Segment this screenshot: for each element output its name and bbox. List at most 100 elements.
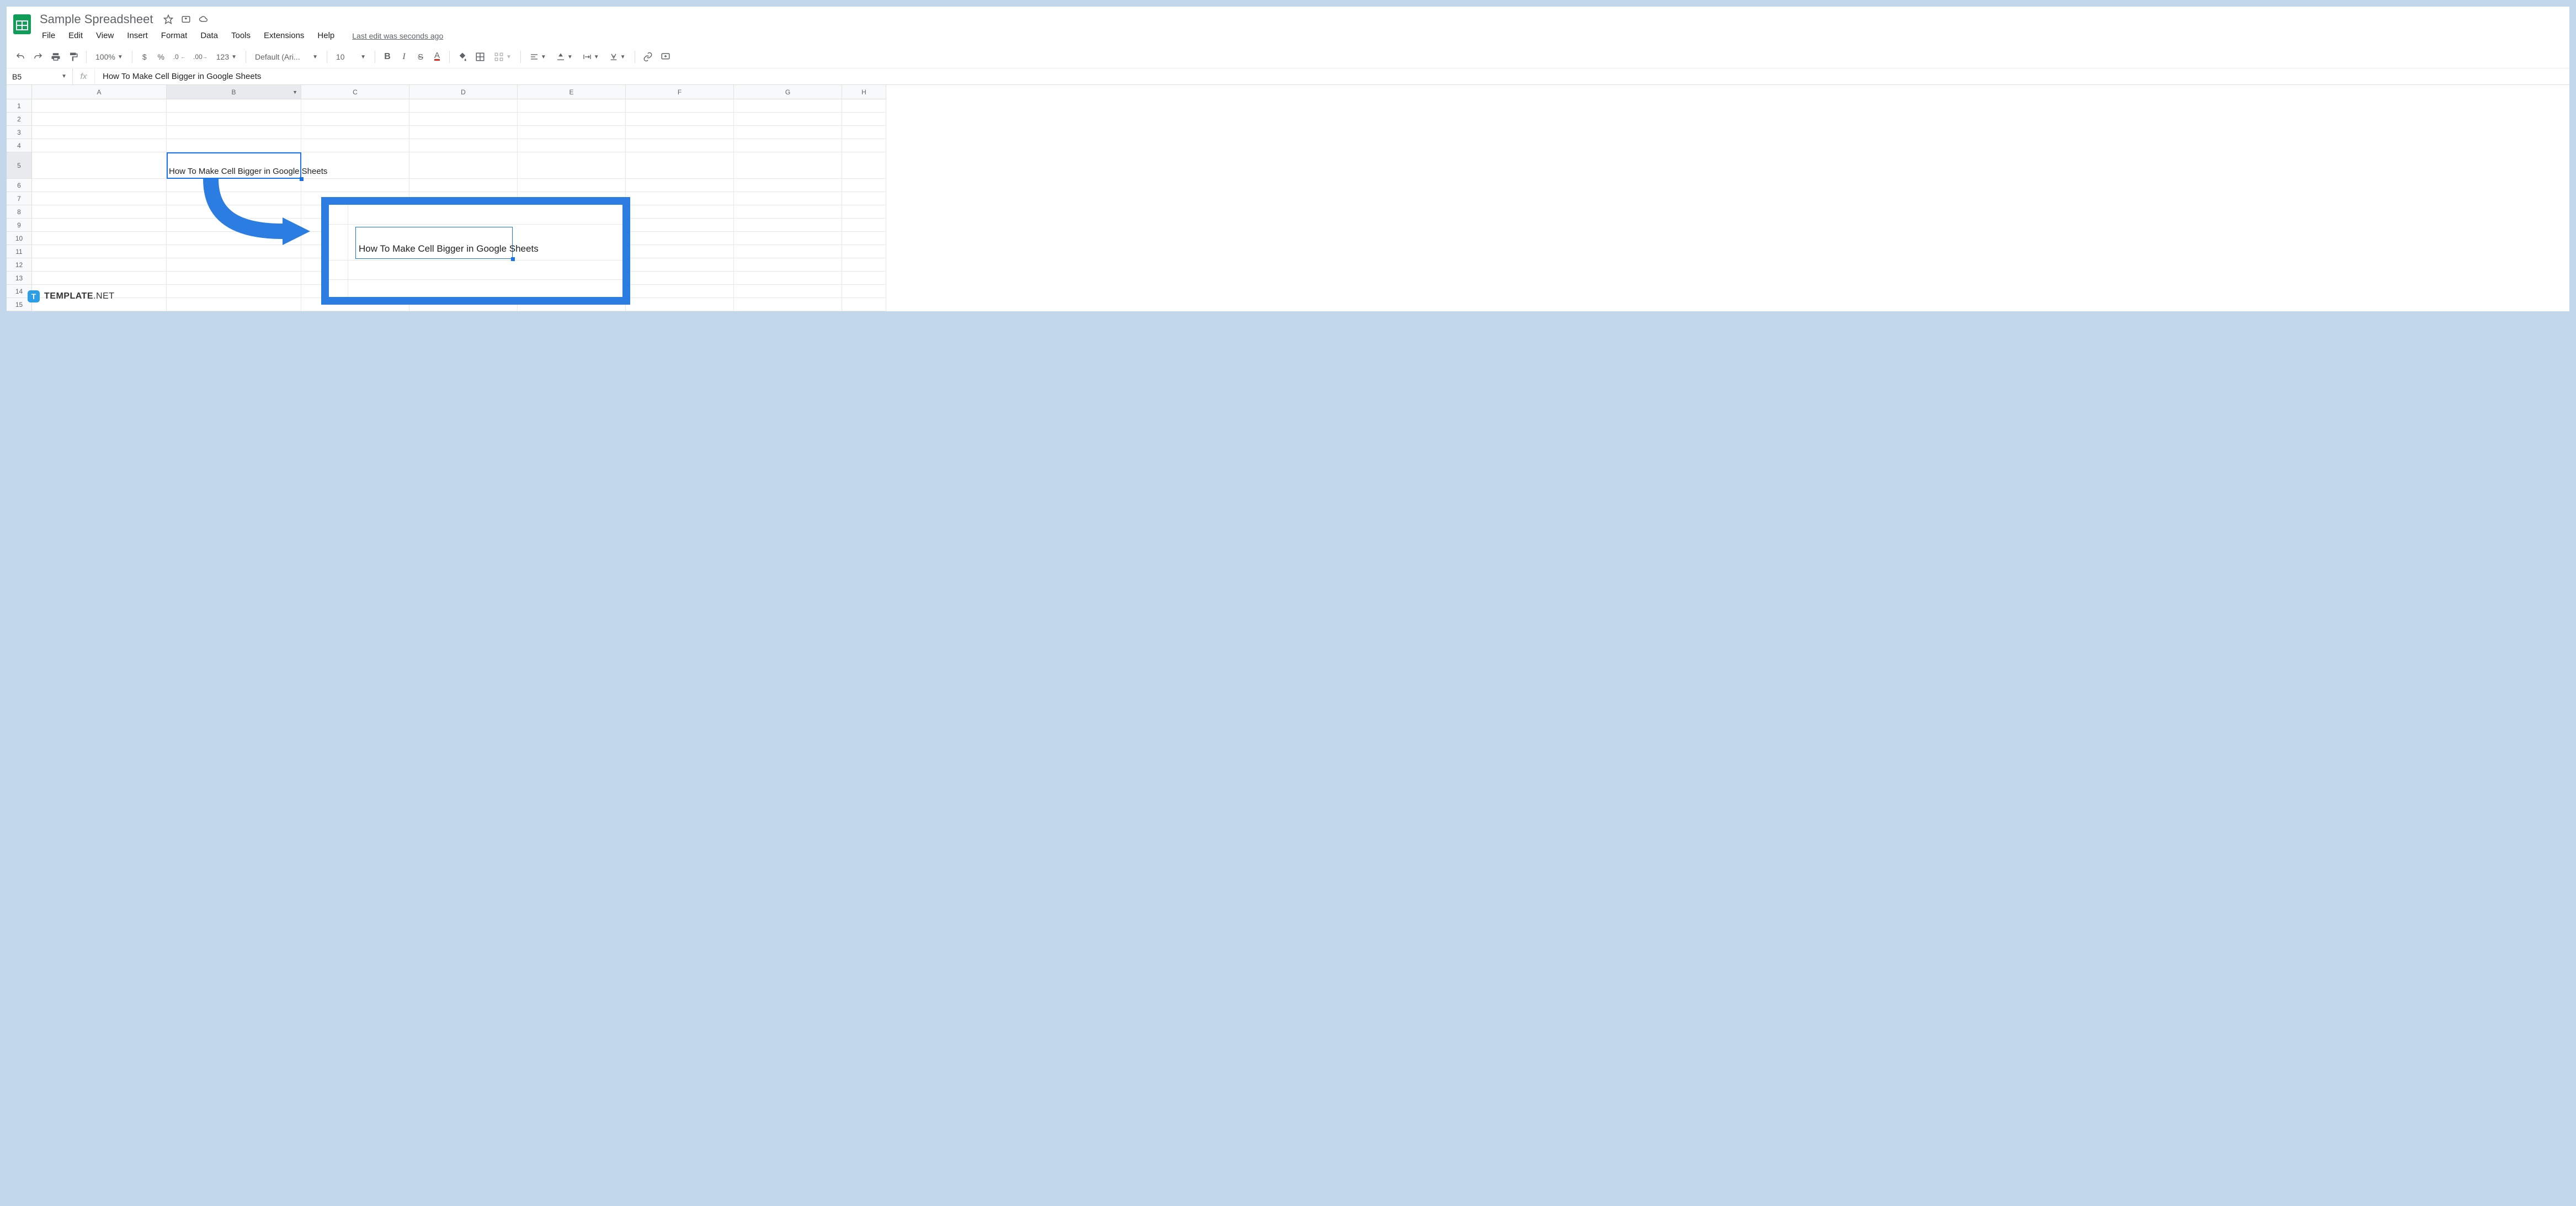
star-icon[interactable]	[163, 14, 174, 25]
cell[interactable]	[842, 205, 886, 219]
cell[interactable]	[32, 258, 167, 272]
format-currency-icon[interactable]: $	[137, 49, 152, 65]
row-header-6[interactable]: 6	[7, 179, 32, 192]
row-header-12[interactable]: 12	[7, 258, 32, 272]
cell[interactable]	[409, 126, 518, 139]
row-header-2[interactable]: 2	[7, 113, 32, 126]
cell[interactable]	[301, 139, 409, 152]
cell[interactable]	[734, 99, 842, 113]
cell[interactable]	[842, 113, 886, 126]
cell[interactable]	[301, 99, 409, 113]
menu-help[interactable]: Help	[312, 29, 340, 42]
col-header-c[interactable]: C	[301, 85, 409, 99]
redo-icon[interactable]	[30, 49, 46, 65]
cell[interactable]	[734, 298, 842, 311]
cell[interactable]	[301, 126, 409, 139]
cell[interactable]	[626, 126, 734, 139]
menu-file[interactable]: File	[36, 29, 61, 42]
cell[interactable]	[167, 139, 301, 152]
row-header-4[interactable]: 4	[7, 139, 32, 152]
cell[interactable]	[626, 272, 734, 285]
cell[interactable]	[842, 258, 886, 272]
select-all-corner[interactable]	[7, 85, 32, 99]
move-icon[interactable]	[180, 14, 191, 25]
merge-cells-dropdown[interactable]: ▼	[489, 52, 516, 62]
cell[interactable]	[32, 126, 167, 139]
cell[interactable]	[842, 272, 886, 285]
text-wrap-dropdown[interactable]: ▼	[578, 52, 604, 61]
insert-comment-icon[interactable]	[657, 49, 674, 65]
row-header-3[interactable]: 3	[7, 126, 32, 139]
fill-color-icon[interactable]	[454, 49, 471, 65]
decrease-decimal-icon[interactable]: .0 ←	[170, 49, 189, 65]
row-header-10[interactable]: 10	[7, 232, 32, 245]
borders-icon[interactable]	[472, 49, 488, 65]
row-header-7[interactable]: 7	[7, 192, 32, 205]
zoom-dropdown[interactable]: 100%▼	[91, 52, 127, 61]
cell[interactable]	[167, 258, 301, 272]
cell[interactable]	[734, 232, 842, 245]
document-title[interactable]: Sample Spreadsheet	[36, 11, 156, 28]
cell[interactable]	[626, 192, 734, 205]
row-header-5[interactable]: 5	[7, 152, 32, 179]
cell[interactable]	[626, 99, 734, 113]
cell[interactable]	[626, 113, 734, 126]
italic-icon[interactable]: I	[396, 49, 412, 65]
cell[interactable]	[32, 179, 167, 192]
row-header-13[interactable]: 13	[7, 272, 32, 285]
cell[interactable]	[734, 126, 842, 139]
cell[interactable]	[842, 192, 886, 205]
cell[interactable]	[842, 179, 886, 192]
cell[interactable]	[301, 113, 409, 126]
cell[interactable]	[32, 113, 167, 126]
col-header-a[interactable]: A	[32, 85, 167, 99]
spreadsheet-grid[interactable]: A B▼ C D E F G H 123456789101112131415 H…	[7, 85, 2569, 311]
cell[interactable]	[167, 298, 301, 311]
cell[interactable]	[32, 139, 167, 152]
cell[interactable]	[32, 192, 167, 205]
cell[interactable]	[626, 285, 734, 298]
cell[interactable]	[167, 113, 301, 126]
cell[interactable]	[734, 272, 842, 285]
text-color-icon[interactable]: A	[429, 49, 445, 65]
strikethrough-icon[interactable]: S	[413, 49, 428, 65]
menu-extensions[interactable]: Extensions	[258, 29, 310, 42]
insert-link-icon[interactable]	[640, 49, 656, 65]
cell[interactable]	[842, 99, 886, 113]
cell[interactable]	[734, 285, 842, 298]
cell[interactable]	[32, 245, 167, 258]
cell[interactable]	[518, 113, 626, 126]
row-header-11[interactable]: 11	[7, 245, 32, 258]
cell[interactable]	[409, 152, 518, 179]
cell[interactable]	[734, 152, 842, 179]
cell[interactable]	[626, 245, 734, 258]
cell[interactable]	[626, 232, 734, 245]
cell[interactable]	[32, 232, 167, 245]
cell[interactable]	[734, 192, 842, 205]
vertical-align-dropdown[interactable]: ▼	[552, 52, 577, 61]
cell[interactable]	[409, 139, 518, 152]
cell[interactable]	[842, 232, 886, 245]
text-rotation-dropdown[interactable]: ▼	[605, 52, 630, 61]
col-header-e[interactable]: E	[518, 85, 626, 99]
cloud-status-icon[interactable]	[198, 14, 209, 25]
col-header-b[interactable]: B▼	[167, 85, 301, 99]
cell[interactable]	[626, 258, 734, 272]
cell[interactable]	[734, 113, 842, 126]
row-header-8[interactable]: 8	[7, 205, 32, 219]
cell[interactable]	[32, 219, 167, 232]
cell[interactable]	[32, 272, 167, 285]
menu-tools[interactable]: Tools	[226, 29, 256, 42]
font-dropdown[interactable]: Default (Ari...▼	[251, 52, 322, 61]
horizontal-align-dropdown[interactable]: ▼	[525, 52, 551, 61]
cell[interactable]	[842, 245, 886, 258]
col-header-g[interactable]: G	[734, 85, 842, 99]
cell[interactable]	[842, 139, 886, 152]
menu-view[interactable]: View	[91, 29, 119, 42]
col-header-f[interactable]: F	[626, 85, 734, 99]
font-size-dropdown[interactable]: 10▼	[332, 52, 370, 61]
menu-format[interactable]: Format	[156, 29, 193, 42]
print-icon[interactable]	[47, 49, 64, 65]
cell[interactable]	[842, 219, 886, 232]
menu-insert[interactable]: Insert	[121, 29, 153, 42]
